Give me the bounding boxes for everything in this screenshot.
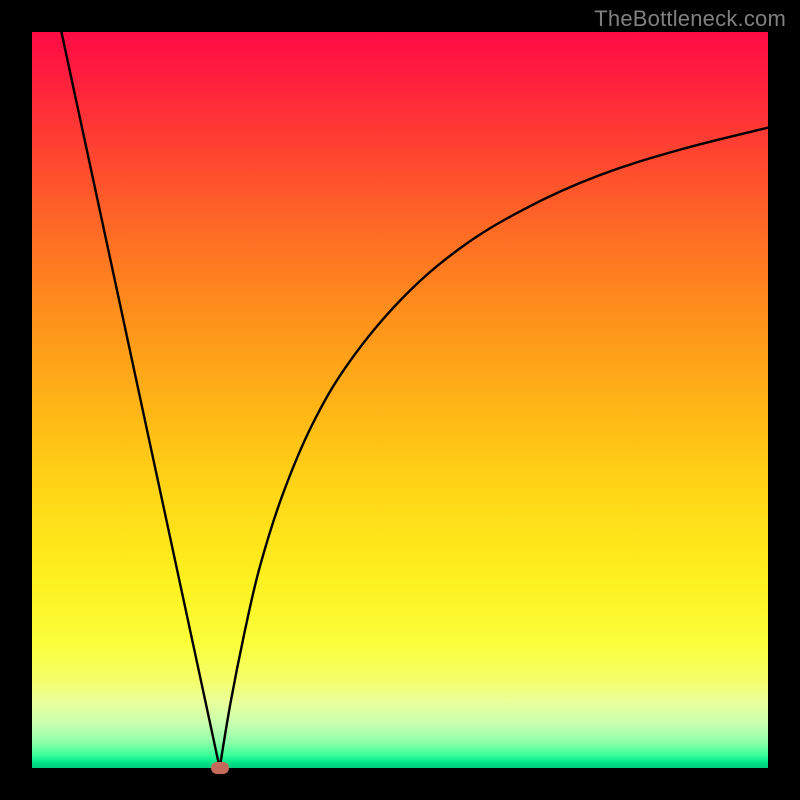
min-marker (211, 762, 229, 774)
curve-left-branch (61, 32, 219, 768)
curve-svg (32, 32, 768, 768)
curve-right-branch (220, 128, 768, 768)
plot-area (32, 32, 768, 768)
watermark-text: TheBottleneck.com (594, 6, 786, 32)
chart-frame: TheBottleneck.com (0, 0, 800, 800)
